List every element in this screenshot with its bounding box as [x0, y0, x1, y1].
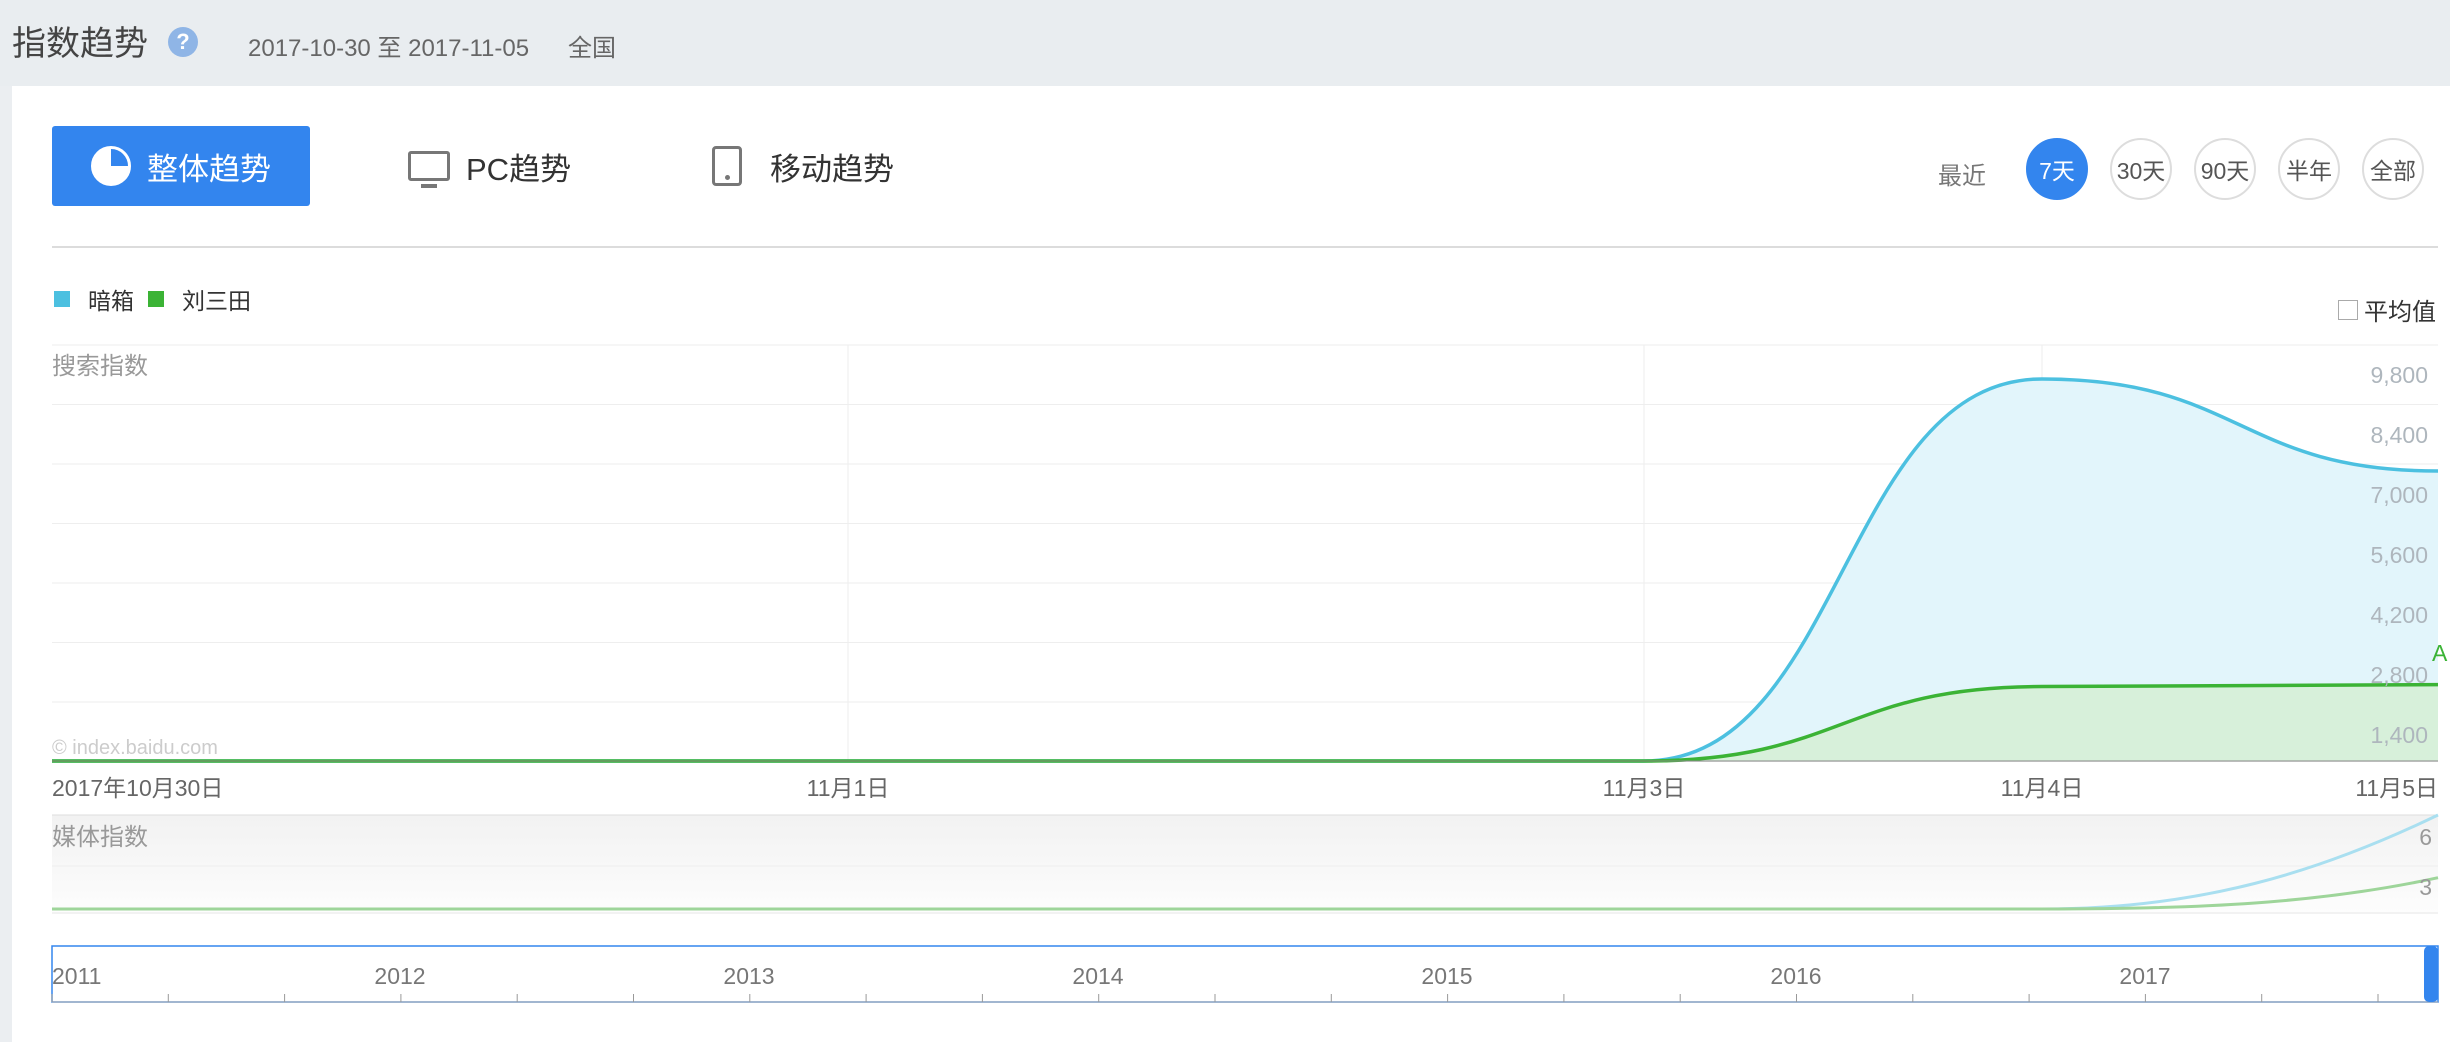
x-tick-label: 11月4日 — [2001, 775, 2084, 801]
media-y-tick: 3 — [2419, 874, 2432, 900]
area-liusantian — [52, 684, 2438, 761]
year-label: 2014 — [1072, 963, 1123, 989]
y-tick: 1,400 — [2370, 722, 2428, 748]
media-index-chart: 媒体指数 6 3 — [52, 813, 2439, 914]
y-tick: 4,200 — [2370, 602, 2428, 628]
year-label: 2013 — [723, 963, 774, 989]
x-tick-label: 11月1日 — [807, 775, 890, 801]
year-label: 2017 — [2119, 963, 2170, 989]
year-label: 2016 — [1770, 963, 1821, 989]
search-index-chart: 搜索指数 © index.baidu.com 9,800 8,400 7,000… — [52, 344, 2448, 801]
y-tick: 7,000 — [2370, 482, 2428, 508]
x-tick-label: 2017年10月30日 — [52, 775, 223, 801]
year-label: 2011 — [52, 963, 101, 989]
y-tick: 5,600 — [2370, 542, 2428, 568]
media-y-tick: 6 — [2419, 824, 2432, 850]
y-tick: 9,800 — [2370, 362, 2428, 388]
x-tick-label: 11月5日 — [2355, 775, 2438, 801]
media-index-title: 媒体指数 — [52, 824, 148, 851]
timeline-navigator[interactable]: 2011 2012 2013 2014 2015 2016 2017 — [51, 945, 2439, 1003]
x-tick-label: 11月3日 — [1603, 775, 1686, 801]
search-index-title: 搜索指数 — [52, 353, 148, 380]
series-marker: A — [2432, 640, 2448, 666]
year-label: 2015 — [1421, 963, 1472, 989]
charts-svg: 搜索指数 © index.baidu.com 9,800 8,400 7,000… — [51, 344, 2448, 1003]
media-chart-background — [52, 815, 2438, 913]
y-tick: 8,400 — [2370, 422, 2428, 448]
timeline-handle[interactable] — [2424, 946, 2438, 1002]
watermark: © index.baidu.com — [52, 737, 218, 759]
year-label: 2012 — [374, 963, 425, 989]
y-tick: 2,800 — [2370, 662, 2428, 688]
